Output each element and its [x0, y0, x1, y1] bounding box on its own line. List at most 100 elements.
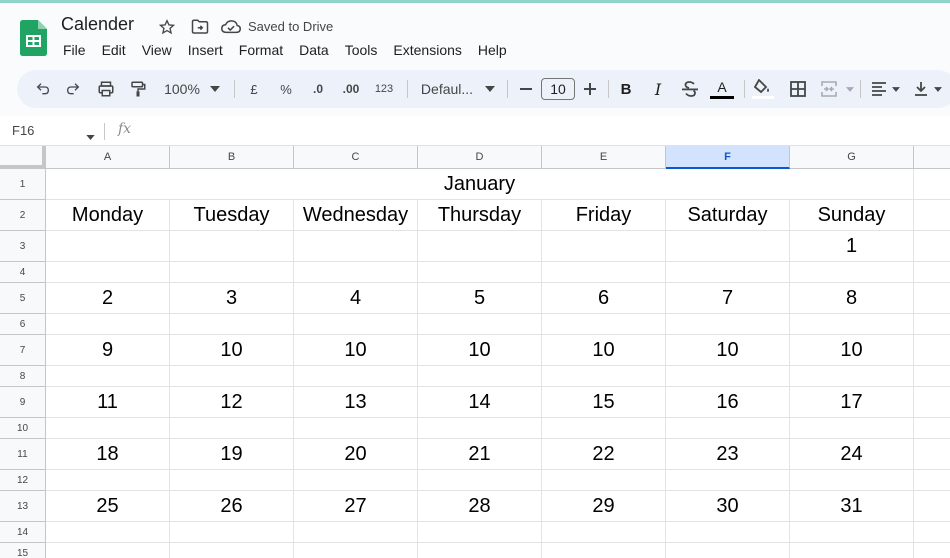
date-cell[interactable]: 11 — [46, 387, 170, 418]
date-cell[interactable]: 28 — [418, 491, 542, 522]
number-format-button[interactable]: 123 — [372, 78, 396, 100]
empty-cell[interactable] — [914, 543, 950, 558]
row-header[interactable]: 12 — [0, 470, 46, 491]
chevron-down-icon[interactable] — [86, 127, 95, 145]
empty-cell[interactable] — [294, 366, 418, 387]
column-header-f[interactable]: F — [666, 146, 790, 169]
date-cell[interactable]: 5 — [418, 283, 542, 314]
name-box[interactable]: F16 — [12, 123, 34, 138]
empty-cell[interactable] — [790, 543, 914, 558]
empty-cell[interactable] — [294, 522, 418, 543]
empty-cell[interactable] — [294, 418, 418, 439]
menu-data[interactable]: Data — [291, 41, 337, 59]
empty-cell[interactable] — [542, 262, 666, 283]
chevron-down-icon[interactable] — [933, 78, 943, 100]
font-size-field[interactable]: 10 — [540, 78, 576, 100]
empty-cell[interactable] — [294, 543, 418, 558]
row-header[interactable]: 8 — [0, 366, 46, 387]
empty-cell[interactable] — [418, 470, 542, 491]
empty-cell[interactable] — [914, 169, 950, 200]
date-cell[interactable]: 10 — [666, 335, 790, 366]
undo-icon[interactable] — [33, 78, 53, 100]
empty-cell[interactable] — [418, 522, 542, 543]
date-cell[interactable]: 12 — [170, 387, 294, 418]
empty-cell[interactable] — [666, 543, 790, 558]
empty-cell[interactable] — [666, 262, 790, 283]
date-cell[interactable]: 10 — [294, 335, 418, 366]
date-cell[interactable]: 25 — [46, 491, 170, 522]
empty-cell[interactable] — [666, 418, 790, 439]
increase-decimal-button[interactable]: .00 — [337, 78, 365, 100]
row-header[interactable]: 6 — [0, 314, 46, 335]
date-cell[interactable]: 3 — [170, 283, 294, 314]
font-family-select[interactable]: Defaul... — [417, 78, 477, 100]
date-cell[interactable]: 9 — [46, 335, 170, 366]
date-cell[interactable]: 23 — [666, 439, 790, 470]
redo-icon[interactable] — [63, 78, 83, 100]
weekday-header[interactable]: Sunday — [790, 200, 914, 231]
text-color-button[interactable]: A — [709, 78, 735, 100]
date-cell[interactable]: 22 — [542, 439, 666, 470]
empty-cell[interactable] — [170, 418, 294, 439]
google-sheets-logo-icon[interactable] — [20, 20, 47, 56]
empty-cell[interactable] — [914, 418, 950, 439]
empty-cell[interactable] — [542, 543, 666, 558]
date-cell[interactable] — [294, 231, 418, 262]
date-cell[interactable]: 2 — [46, 283, 170, 314]
empty-cell[interactable] — [418, 418, 542, 439]
empty-cell[interactable] — [914, 200, 950, 231]
select-all-corner[interactable] — [0, 146, 46, 169]
empty-cell[interactable] — [542, 314, 666, 335]
chevron-down-icon[interactable] — [891, 78, 901, 100]
row-header[interactable]: 3 — [0, 231, 46, 262]
date-cell[interactable]: 26 — [170, 491, 294, 522]
paint-format-icon[interactable] — [127, 78, 149, 100]
date-cell[interactable]: 15 — [542, 387, 666, 418]
row-header[interactable]: 7 — [0, 335, 46, 366]
empty-cell[interactable] — [790, 366, 914, 387]
decrease-font-size-icon[interactable] — [517, 78, 535, 100]
date-cell[interactable]: 14 — [418, 387, 542, 418]
empty-cell[interactable] — [914, 283, 950, 314]
empty-cell[interactable] — [666, 470, 790, 491]
date-cell[interactable]: 31 — [790, 491, 914, 522]
row-header[interactable]: 11 — [0, 439, 46, 470]
row-header[interactable]: 10 — [0, 418, 46, 439]
date-cell[interactable] — [170, 231, 294, 262]
empty-cell[interactable] — [294, 314, 418, 335]
empty-cell[interactable] — [46, 522, 170, 543]
empty-cell[interactable] — [914, 470, 950, 491]
print-icon[interactable] — [95, 78, 117, 100]
empty-cell[interactable] — [790, 470, 914, 491]
menu-extensions[interactable]: Extensions — [385, 41, 469, 59]
row-header[interactable]: 2 — [0, 200, 46, 231]
empty-cell[interactable] — [46, 470, 170, 491]
menu-format[interactable]: Format — [231, 41, 291, 59]
empty-cell[interactable] — [914, 491, 950, 522]
move-to-folder-icon[interactable] — [190, 17, 210, 37]
chevron-down-icon[interactable] — [845, 78, 855, 100]
column-header-b[interactable]: B — [170, 146, 294, 169]
currency-format-button[interactable]: £ — [245, 78, 263, 100]
date-cell[interactable]: 17 — [790, 387, 914, 418]
bold-button[interactable]: B — [617, 78, 635, 100]
empty-cell[interactable] — [170, 543, 294, 558]
column-header-d[interactable]: D — [418, 146, 542, 169]
empty-cell[interactable] — [914, 231, 950, 262]
increase-font-size-icon[interactable] — [581, 78, 599, 100]
row-header[interactable]: 5 — [0, 283, 46, 314]
zoom-select[interactable]: 100% — [162, 78, 202, 100]
empty-cell[interactable] — [46, 262, 170, 283]
date-cell[interactable] — [666, 231, 790, 262]
weekday-header[interactable]: Wednesday — [294, 200, 418, 231]
weekday-header[interactable]: Saturday — [666, 200, 790, 231]
date-cell[interactable]: 20 — [294, 439, 418, 470]
date-cell[interactable]: 19 — [170, 439, 294, 470]
date-cell[interactable]: 27 — [294, 491, 418, 522]
chevron-down-icon[interactable] — [484, 78, 496, 100]
date-cell[interactable]: 24 — [790, 439, 914, 470]
row-header[interactable]: 14 — [0, 522, 46, 543]
empty-cell[interactable] — [790, 418, 914, 439]
row-header[interactable]: 4 — [0, 262, 46, 283]
date-cell[interactable]: 1 — [790, 231, 914, 262]
